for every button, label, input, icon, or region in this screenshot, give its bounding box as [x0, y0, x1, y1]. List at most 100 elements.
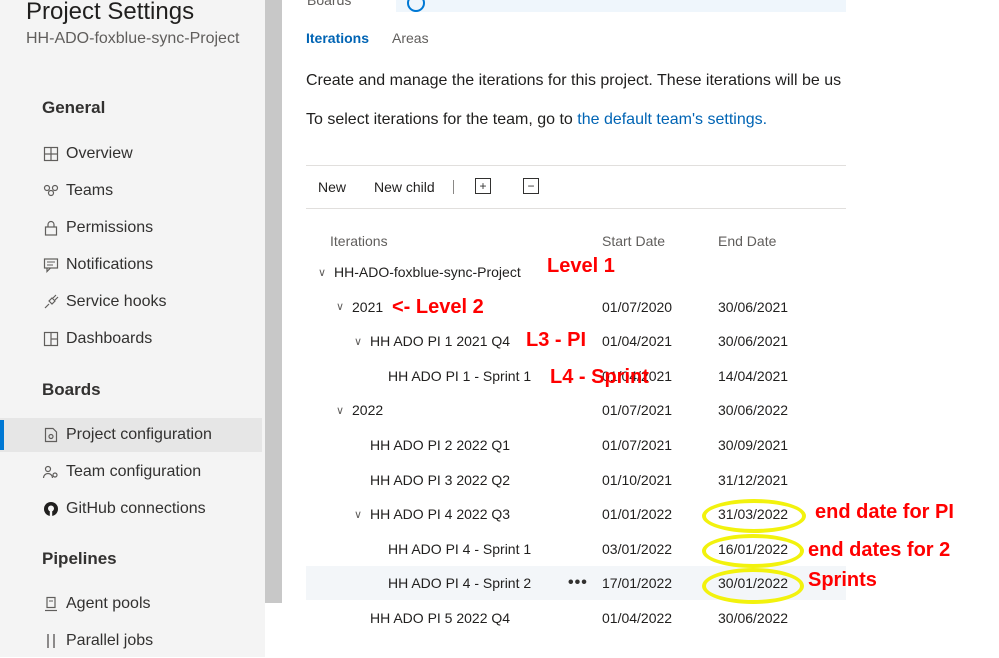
start-date-cell: 01/07/2021	[602, 402, 673, 419]
iteration-name: 2021	[352, 298, 384, 315]
toolbar-bottom-divider	[306, 208, 846, 209]
sidebar-item-parallel-jobs[interactable]: Parallel jobs	[0, 624, 262, 658]
end-date-cell: 30/06/2022	[718, 610, 789, 626]
annotation-end-dates-sprints-line2: Sprints	[808, 569, 877, 591]
column-header-end-date[interactable]: End Date	[718, 233, 776, 249]
sidebar-item-team-configuration[interactable]: Team configuration	[0, 455, 262, 489]
chevron-down-icon[interactable]: ∨	[336, 404, 346, 417]
iteration-name: HH ADO PI 4 2022 Q3	[370, 506, 511, 523]
description-text: Create and manage the iterations for thi…	[306, 72, 842, 89]
sidebar-item-service-hooks[interactable]: Service hooks	[0, 285, 262, 319]
sidebar-item-project-configuration[interactable]: Project configuration	[0, 418, 262, 452]
boards-tab-fragment[interactable]: Boards	[307, 0, 351, 8]
sidebar-item-label: Parallel jobs	[66, 632, 154, 649]
teams-icon	[42, 182, 60, 200]
expand-all-icon[interactable]: +	[475, 178, 491, 194]
column-header-start-date[interactable]: Start Date	[602, 233, 665, 249]
iteration-name: 2022	[352, 402, 384, 419]
tab-iterations[interactable]: Iterations	[306, 30, 369, 46]
team-configuration-icon	[42, 463, 60, 481]
sidebar-item-label: Notifications	[66, 256, 154, 273]
lock-icon	[42, 219, 60, 237]
plug-icon	[42, 293, 60, 311]
default-team-settings-link[interactable]: the default team's settings.	[577, 111, 767, 128]
section-boards: Boards	[42, 380, 101, 399]
start-date-cell: 01/10/2021	[602, 471, 673, 488]
end-date-cell: 30/09/2021	[718, 437, 789, 453]
sidebar-item-label: Team configuration	[66, 463, 202, 480]
sidebar-item-label: Service hooks	[66, 293, 167, 310]
column-header-iterations[interactable]: Iterations	[330, 233, 388, 249]
table-row[interactable]: HH ADO PI 5 2022 Q4 01/04/2022 30/06/2022	[306, 601, 846, 635]
chevron-down-icon[interactable]: ∨	[354, 508, 364, 521]
annotation-end-dates-sprints-line1: end dates for 2	[808, 539, 951, 561]
chevron-down-icon[interactable]: ∨	[354, 335, 364, 348]
chevron-down-icon[interactable]: ∨	[318, 266, 328, 279]
sidebar-item-agent-pools[interactable]: Agent pools	[0, 587, 262, 621]
start-date-cell: 01/07/2020	[602, 298, 673, 315]
iteration-name-cell[interactable]: ∨ 2021	[336, 290, 383, 324]
more-actions-icon[interactable]: •••	[568, 566, 588, 600]
agent-pools-icon	[42, 595, 60, 613]
table-row[interactable]: ∨ 2021 01/07/2020 30/06/2021	[306, 290, 846, 324]
iteration-name-cell[interactable]: ∨ HH ADO PI 4 2022 Q3	[354, 497, 510, 531]
iteration-name-cell[interactable]: HH ADO PI 4 - Sprint 1	[372, 532, 531, 566]
annotation-level-1: Level 1	[547, 255, 615, 277]
overview-icon	[42, 145, 60, 163]
end-date-cell: 31/12/2021	[718, 471, 789, 488]
sidebar-scrollbar[interactable]	[265, 0, 282, 657]
team-settings-text: To select iterations for the team, go to…	[306, 111, 767, 129]
new-child-button[interactable]: New child	[374, 179, 435, 195]
sidebar-item-teams[interactable]: Teams	[0, 174, 262, 208]
highlight-ellipse-pi-end	[702, 499, 806, 533]
end-date-cell: 14/04/2021	[718, 367, 789, 384]
sidebar-item-label: Teams	[66, 182, 114, 199]
collapse-all-icon[interactable]: −	[523, 178, 539, 194]
iteration-name-cell[interactable]: HH ADO PI 5 2022 Q4	[354, 601, 510, 635]
github-icon	[42, 500, 60, 518]
sidebar-item-dashboards[interactable]: Dashboards	[0, 322, 262, 356]
project-configuration-icon	[42, 426, 60, 444]
sidebar-item-label: Overview	[66, 145, 133, 162]
sidebar-item-overview[interactable]: Overview	[0, 137, 262, 171]
iteration-name: HH-ADO-foxblue-sync-Project	[334, 264, 521, 280]
iteration-name-cell[interactable]: ∨ HH-ADO-foxblue-sync-Project	[318, 255, 521, 289]
table-row[interactable]: HH ADO PI 2 2022 Q1 01/07/2021 30/09/2021	[306, 428, 846, 462]
iteration-name-cell[interactable]: ∨ 2022	[336, 393, 383, 427]
scrollbar-thumb[interactable]	[265, 0, 282, 603]
iteration-name-cell[interactable]: HH ADO PI 4 - Sprint 2	[372, 566, 531, 600]
top-strip: Boards	[283, 0, 846, 12]
iteration-name: HH ADO PI 4 - Sprint 1	[388, 540, 532, 557]
sidebar-item-label: Permissions	[66, 219, 154, 236]
sidebar-item-permissions[interactable]: Permissions	[0, 211, 262, 245]
annotation-l4-sprint: L4 - Sprint	[550, 366, 649, 388]
annotation-l3-pi: L3 - PI	[526, 329, 587, 351]
iteration-name-cell[interactable]: HH ADO PI 1 - Sprint 1	[372, 359, 531, 393]
start-date-cell: 01/01/2022	[602, 506, 673, 523]
sidebar-item-notifications[interactable]: Notifications	[0, 248, 262, 282]
end-date-cell: 30/06/2021	[718, 298, 789, 315]
iteration-name: HH ADO PI 1 2021 Q4	[370, 333, 511, 350]
notifications-icon	[42, 256, 60, 274]
new-button[interactable]: New	[318, 179, 346, 195]
end-date-cell: 30/06/2021	[718, 333, 789, 350]
annotation-level-2: <- Level 2	[392, 296, 484, 318]
section-general: General	[42, 98, 106, 117]
sidebar-item-label: Agent pools	[66, 595, 151, 612]
info-bar	[396, 0, 846, 12]
sidebar-item-label: Dashboards	[66, 330, 153, 347]
sidebar-item-github-connections[interactable]: GitHub connections	[0, 492, 262, 526]
sidebar: Project Settings HH-ADO-foxblue-sync-Pro…	[0, 0, 265, 657]
iteration-name-cell[interactable]: ∨ HH ADO PI 1 2021 Q4	[354, 324, 510, 358]
tab-areas[interactable]: Areas	[392, 30, 429, 46]
sidebar-item-label: Project configuration	[66, 426, 212, 443]
table-row[interactable]: HH ADO PI 3 2022 Q2 01/10/2021 31/12/2021	[306, 463, 846, 497]
iteration-name: HH ADO PI 2 2022 Q1	[370, 437, 511, 453]
page-title: Project Settings	[26, 0, 195, 25]
annotation-end-date-pi: end date for PI	[815, 501, 954, 523]
iteration-name-cell[interactable]: HH ADO PI 2 2022 Q1	[354, 428, 510, 462]
table-row[interactable]: ∨ 2022 01/07/2021 30/06/2022	[306, 393, 846, 427]
start-date-cell: 01/04/2022	[602, 610, 673, 626]
iteration-name-cell[interactable]: HH ADO PI 3 2022 Q2	[354, 463, 510, 497]
chevron-down-icon[interactable]: ∨	[336, 300, 346, 313]
